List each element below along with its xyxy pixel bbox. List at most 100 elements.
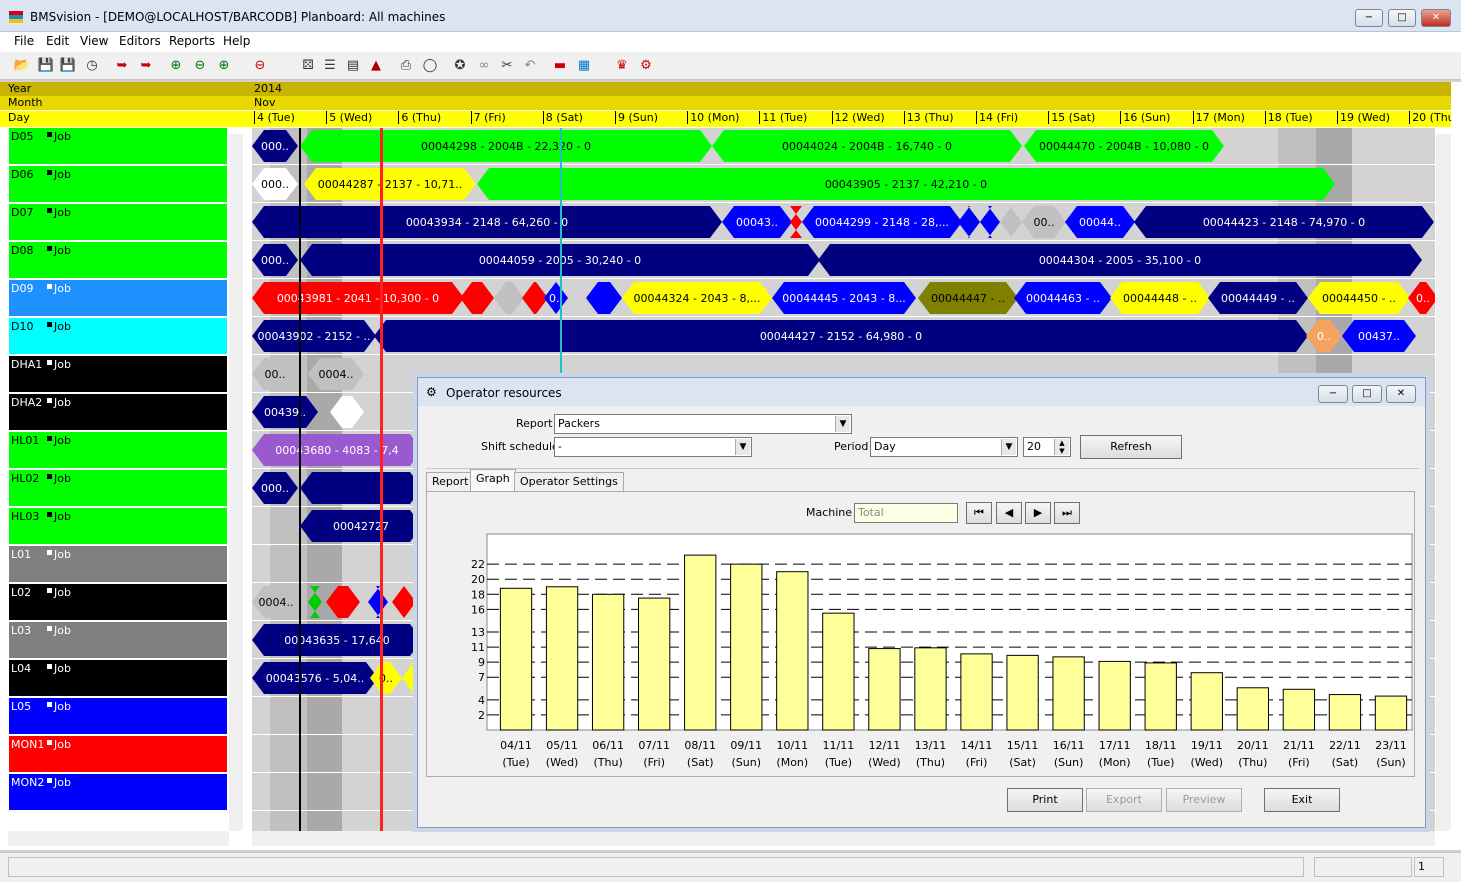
gantt-vscrollbar[interactable] [1436,134,1451,831]
machine-list-scrollbar[interactable] [229,134,243,831]
machine-row[interactable]: DHA1 Job [9,356,227,393]
tab-graph[interactable]: Graph [470,469,516,492]
menu-view[interactable]: View [80,34,108,48]
dialog-minimize-button[interactable]: − [1318,385,1348,403]
job-block[interactable]: 00043902 - 2152 - .. [252,320,376,352]
dialog-maximize-button[interactable]: □ [1352,385,1382,403]
find-icon[interactable]: ⚄ [298,56,318,76]
job-block[interactable]: 00044287 - 2137 - 10,71.. [304,168,476,200]
color-bar-icon[interactable]: ▬ [550,56,570,76]
split-icon[interactable]: ✪ [450,56,470,76]
settings-icon[interactable]: ⚙ [636,56,656,76]
job-block[interactable]: 00044324 - 2043 - 8,... [622,282,772,314]
job-block[interactable]: 00044447 - .. [918,282,1018,314]
machine-field[interactable]: Total [854,503,958,523]
open-icon[interactable]: 📂 [12,56,32,76]
machine-row[interactable]: HL03 Job [9,508,227,545]
job-block[interactable]: 00043576 - 5,04.. [252,662,378,694]
job-block[interactable]: 00044304 - 2005 - 35,100 - 0 [818,244,1422,276]
cut-icon[interactable]: ✂ [497,56,517,76]
machine-row[interactable]: L04 Job [9,660,227,697]
machine-row[interactable]: D10 Job [9,318,227,355]
report-icon[interactable]: ▤ [343,56,363,76]
job-block[interactable]: 00043905 - 2137 - 42,210 - 0 [477,168,1335,200]
zoom-fit-icon[interactable]: ⊕ [214,56,234,76]
zoom-out-icon[interactable]: ⊖ [190,56,210,76]
job-block[interactable]: 00043981 - 2041 - 10,300 - 0 [252,282,464,314]
machine-row[interactable]: MON2 Job [9,774,227,811]
job-block[interactable]: 00044298 - 2004B - 22,320 - 0 [300,130,712,162]
minimize-button[interactable]: − [1355,9,1383,27]
job-block[interactable]: 00044024 - 2004B - 16,740 - 0 [712,130,1022,162]
job-block[interactable]: 00044463 - .. [1014,282,1112,314]
machine-row[interactable]: L01 Job [9,546,227,583]
job-block[interactable]: 00043635 - 17,640 [252,624,422,656]
machine-row[interactable]: D09 Job [9,280,227,317]
preview-icon[interactable]: ◯ [420,56,440,76]
stepper-arrows-icon[interactable]: ▲ ▼ [1054,439,1069,455]
tab-operator-settings[interactable]: Operator Settings [514,472,624,492]
period-select[interactable]: Day ▼ [870,437,1018,457]
shift-schedule-select[interactable]: - ▼ [554,437,752,457]
job-block[interactable]: 00044448 - .. [1110,282,1210,314]
menu-edit[interactable]: Edit [46,34,69,48]
save-all-icon[interactable]: 💾 [58,56,78,76]
stamp-icon[interactable]: ▲ [366,56,386,76]
zoom-in-icon[interactable]: ⊕ [166,56,186,76]
job-block[interactable]: 00044.. [1065,206,1135,238]
print-button[interactable]: Print [1007,788,1083,812]
import-icon[interactable]: ➥ [136,56,156,76]
color-palette-icon[interactable]: ▦ [574,56,594,76]
period-count-stepper[interactable]: 20 ▲ ▼ [1023,437,1071,457]
job-block[interactable]: 00437.. [1342,320,1416,352]
clock-icon[interactable]: ◷ [82,56,102,76]
machine-row[interactable]: L05 Job [9,698,227,735]
job-block[interactable]: 00044299 - 2148 - 28,... [802,206,962,238]
job-block[interactable]: 00042727 [300,510,422,542]
gantt-hscrollbar[interactable] [252,831,1435,846]
preview-button[interactable]: Preview [1166,788,1242,812]
job-block[interactable]: 00044470 - 2004B - 10,080 - 0 [1024,130,1224,162]
menu-editors[interactable]: Editors [119,34,161,48]
job-block[interactable]: 00439.. [252,396,318,428]
resource-icon[interactable]: ♛ [612,56,632,76]
job-block[interactable]: 00044427 - 2152 - 64,980 - 0 [374,320,1308,352]
job-block[interactable]: 00044445 - 2043 - 8... [772,282,916,314]
menu-file[interactable]: File [14,34,34,48]
print-icon[interactable]: ⎙ [396,56,416,76]
job-block[interactable]: 00044450 - .. [1308,282,1410,314]
tab-report[interactable]: Report [426,472,475,492]
job-block[interactable]: 00043680 - 4083 - 7,4 [252,434,422,466]
machine-row[interactable]: D05 Job [9,128,227,165]
job-block[interactable]: 00044449 - .. [1208,282,1308,314]
job-block[interactable]: 00043.. [722,206,792,238]
job-block[interactable]: 00044423 - 2148 - 74,970 - 0 [1134,206,1434,238]
dialog-close-button[interactable]: ✕ [1386,385,1416,403]
link-icon[interactable]: ∞ [474,56,494,76]
menu-help[interactable]: Help [223,34,250,48]
report-select[interactable]: Packers ▼ [554,414,852,434]
machine-row[interactable]: D08 Job [9,242,227,279]
prev-icon[interactable]: ◀ [996,502,1022,524]
first-icon[interactable]: ⏮ [966,502,992,524]
undo-icon[interactable]: ↶ [520,56,540,76]
save-icon[interactable]: 💾 [36,56,56,76]
exit-button[interactable]: Exit [1264,788,1340,812]
machine-row[interactable]: HL02 Job [9,470,227,507]
refresh-button[interactable]: Refresh [1080,435,1182,459]
machine-row[interactable]: L03 Job [9,622,227,659]
machine-row[interactable]: DHA2 Job [9,394,227,431]
export-button[interactable]: Export [1086,788,1162,812]
machine-row[interactable]: HL01 Job [9,432,227,469]
machine-row[interactable]: L02 Job [9,584,227,621]
machine-row[interactable]: MON1 Job [9,736,227,773]
maximize-button[interactable]: □ [1388,9,1416,27]
zoom-dropdown-icon[interactable]: ⊖ [250,56,270,76]
last-icon[interactable]: ⏭ [1054,502,1080,524]
export-icon[interactable]: ➥ [112,56,132,76]
job-block[interactable] [300,472,422,504]
machine-row[interactable]: D06 Job [9,166,227,203]
machine-list-hscrollbar[interactable] [8,831,229,846]
next-icon[interactable]: ▶ [1025,502,1051,524]
menu-reports[interactable]: Reports [169,34,215,48]
